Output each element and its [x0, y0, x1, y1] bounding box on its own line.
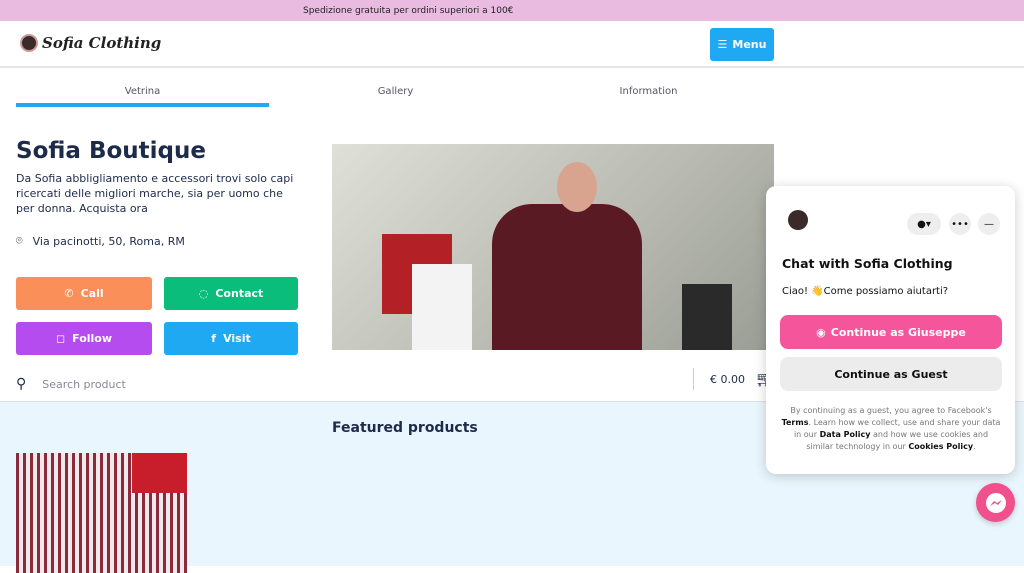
logo-icon [20, 34, 38, 52]
page-avatar [788, 210, 808, 230]
search-icon: ⚲ [16, 376, 27, 392]
tab-gallery[interactable]: Gallery [269, 86, 522, 107]
account-switcher[interactable]: ●▾ [907, 213, 941, 235]
tabs: Vetrina Gallery Information [16, 86, 775, 107]
location-pin-icon: ⌾ [16, 234, 23, 247]
chat-greeting: Ciao! 👋Come possiamo aiutarti? [782, 286, 949, 297]
continue-as-user-button[interactable]: ◉ Continue as Giuseppe [780, 315, 1002, 349]
header: Sofia Clothing ☰ Menu [0, 21, 1024, 68]
cart[interactable]: € 0.00 🛒︎ [693, 368, 774, 390]
terms-link[interactable]: Terms [782, 418, 809, 427]
messenger-icon: ◉ [816, 325, 826, 339]
chat-title: Chat with Sofia Clothing [782, 256, 953, 271]
follow-label: Follow [72, 332, 113, 345]
menu-button[interactable]: ☰ Menu [710, 28, 774, 61]
cart-total: € 0.00 [710, 372, 745, 386]
legal-text: By continuing as a guest, you agree to F… [780, 405, 1002, 453]
phone-icon: ✆ [64, 287, 74, 300]
product-card[interactable] [16, 453, 187, 573]
call-button[interactable]: ✆ Call [16, 277, 152, 310]
whatsapp-icon: ◌ [198, 287, 209, 300]
announcement-text: Spedizione gratuita per ordini superiori… [303, 5, 514, 16]
contact-label: Contact [215, 287, 264, 300]
contact-button[interactable]: ◌ Contact [164, 277, 298, 310]
legal-part: By continuing as a guest, you agree to F… [790, 406, 992, 415]
shop-name: Sofia Boutique [16, 138, 206, 164]
visit-button[interactable]: f Visit [164, 322, 298, 355]
address-text: Via pacinotti, 50, Roma, RM [32, 234, 185, 248]
follow-button[interactable]: ◻ Follow [16, 322, 152, 355]
hero-image [332, 144, 774, 350]
search-input[interactable]: Search product [42, 378, 126, 391]
chat-widget: ●▾ ••• — Chat with Sofia Clothing Ciao! … [766, 186, 1015, 474]
call-label: Call [80, 287, 104, 300]
cookies-policy-link[interactable]: Cookies Policy [908, 442, 973, 451]
address: ⌾ Via pacinotti, 50, Roma, RM [16, 234, 185, 248]
visit-label: Visit [223, 332, 251, 345]
continue-as-label: Continue as Giuseppe [830, 325, 966, 339]
tab-information[interactable]: Information [522, 86, 775, 107]
instagram-icon: ◻ [55, 332, 66, 345]
legal-part: . [973, 442, 976, 451]
data-policy-link[interactable]: Data Policy [820, 430, 871, 439]
logo[interactable]: Sofia Clothing [20, 34, 161, 52]
hamburger-icon: ☰ [717, 38, 728, 51]
tab-vetrina[interactable]: Vetrina [16, 86, 269, 107]
menu-label: Menu [732, 38, 767, 51]
announcement-bar: Spedizione gratuita per ordini superiori… [0, 0, 1024, 21]
continue-as-guest-button[interactable]: Continue as Guest [780, 357, 1002, 391]
featured-title: Featured products [332, 420, 478, 436]
facebook-icon: f [211, 332, 217, 345]
search-bar[interactable]: ⚲ Search product [16, 368, 776, 400]
minimize-icon[interactable]: — [978, 213, 1000, 235]
messenger-launcher[interactable] [976, 483, 1015, 522]
logo-text: Sofia Clothing [42, 34, 162, 52]
shop-description: Da Sofia abbligliamento e accessori trov… [16, 172, 294, 215]
messenger-icon [985, 492, 1006, 513]
more-options-icon[interactable]: ••• [949, 213, 971, 235]
